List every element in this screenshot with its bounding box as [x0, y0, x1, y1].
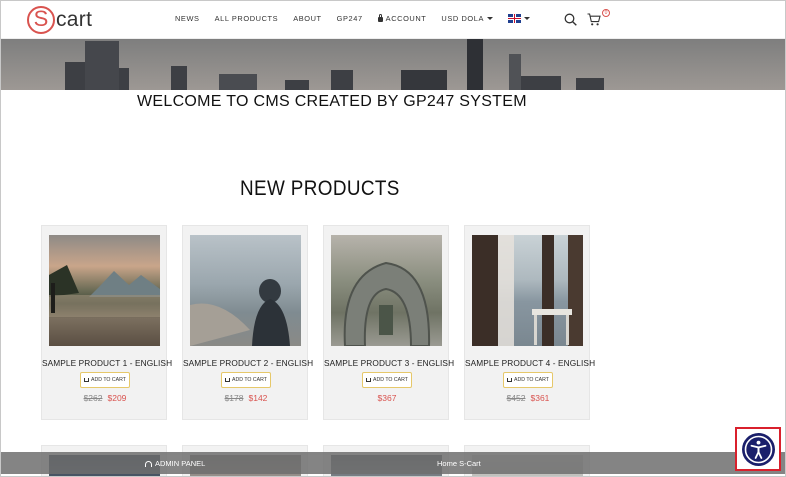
browser-viewport: S cart NEWS ALL PRODUCTS ABOUT GP247 ACC…: [0, 0, 786, 477]
site-logo[interactable]: S cart: [27, 6, 92, 34]
product-name[interactable]: SAMPLE PRODUCT 1 - ENGLISH: [42, 358, 172, 368]
cart-icon: [84, 378, 90, 382]
old-price: $262: [83, 393, 103, 403]
lock-icon: [377, 14, 383, 22]
chevron-down-icon: [524, 17, 531, 20]
nav-about[interactable]: ABOUT: [293, 14, 321, 23]
sale-price: $367: [377, 393, 397, 403]
hero-banner: [1, 39, 785, 90]
add-to-cart-button[interactable]: ADD TO CART: [80, 372, 130, 388]
product-image[interactable]: [190, 235, 301, 346]
accessibility-button[interactable]: [742, 433, 775, 466]
logo-letter: S: [27, 6, 55, 34]
nav-account[interactable]: ACCOUNT: [377, 14, 427, 23]
currency-label: USD DOLA: [441, 14, 485, 23]
cart-count-badge: 0: [602, 9, 610, 17]
uk-flag-icon: [508, 14, 522, 23]
currency-dropdown[interactable]: USD DOLA: [441, 14, 494, 23]
chevron-down-icon: [487, 17, 494, 20]
sale-price: $209: [107, 393, 127, 403]
add-to-cart-label: ADD TO CART: [514, 377, 549, 383]
product-card[interactable]: SAMPLE PRODUCT 1 - ENGLISH ADD TO CART $…: [41, 225, 172, 420]
add-to-cart-button[interactable]: ADD TO CART: [362, 372, 412, 388]
admin-panel-label: ADMIN PANEL: [155, 459, 206, 468]
add-to-cart-button[interactable]: ADD TO CART: [221, 372, 271, 388]
old-price: $178: [224, 393, 244, 403]
product-card[interactable]: SAMPLE PRODUCT 2 - ENGLISH ADD TO CART $…: [182, 225, 313, 420]
product-image[interactable]: [49, 235, 160, 346]
site-header: S cart NEWS ALL PRODUCTS ABOUT GP247 ACC…: [1, 1, 785, 39]
main-nav: NEWS ALL PRODUCTS ABOUT GP247 ACCOUNT US…: [175, 14, 545, 23]
cart-icon[interactable]: [587, 13, 601, 26]
product-name[interactable]: SAMPLE PRODUCT 2 - ENGLISH: [183, 358, 313, 368]
product-price: $367: [324, 393, 450, 403]
tachometer-icon: [145, 460, 152, 467]
nav-gp247[interactable]: GP247: [337, 14, 363, 23]
search-icon[interactable]: [564, 13, 577, 26]
product-name[interactable]: SAMPLE PRODUCT 3 - ENGLISH: [324, 358, 454, 368]
nav-all-products[interactable]: ALL PRODUCTS: [215, 14, 279, 23]
product-image[interactable]: [331, 235, 442, 346]
accessibility-icon: [744, 435, 773, 464]
product-image[interactable]: [472, 235, 583, 346]
sale-price: $142: [248, 393, 268, 403]
welcome-heading: WELCOME TO CMS CREATED BY GP247 SYSTEM: [137, 93, 527, 110]
cart-icon: [225, 378, 231, 382]
home-link[interactable]: Home S-Cart: [437, 459, 481, 468]
product-price: $452 $361: [465, 393, 591, 403]
admin-toolbar: ADMIN PANEL Home S-Cart: [1, 452, 785, 474]
add-to-cart-button[interactable]: ADD TO CART: [503, 372, 553, 388]
product-card[interactable]: SAMPLE PRODUCT 4 - ENGLISH ADD TO CART $…: [464, 225, 595, 420]
logo-text: cart: [56, 8, 93, 31]
accessibility-highlight: [735, 427, 781, 471]
old-price: $452: [506, 393, 526, 403]
product-name[interactable]: SAMPLE PRODUCT 4 - ENGLISH: [465, 358, 595, 368]
cart-icon: [366, 378, 372, 382]
section-title: NEW PRODUCTS: [240, 177, 400, 200]
sale-price: $361: [530, 393, 550, 403]
nav-news[interactable]: NEWS: [175, 14, 200, 23]
add-to-cart-label: ADD TO CART: [91, 377, 126, 383]
product-price: $262 $209: [42, 393, 168, 403]
add-to-cart-label: ADD TO CART: [373, 377, 408, 383]
language-dropdown[interactable]: [508, 14, 531, 23]
nav-account-label: ACCOUNT: [385, 14, 427, 23]
cart-icon: [507, 378, 513, 382]
add-to-cart-label: ADD TO CART: [232, 377, 267, 383]
admin-panel-link[interactable]: ADMIN PANEL: [145, 459, 205, 468]
product-price: $178 $142: [183, 393, 309, 403]
product-card[interactable]: SAMPLE PRODUCT 3 - ENGLISH ADD TO CART $…: [323, 225, 454, 420]
